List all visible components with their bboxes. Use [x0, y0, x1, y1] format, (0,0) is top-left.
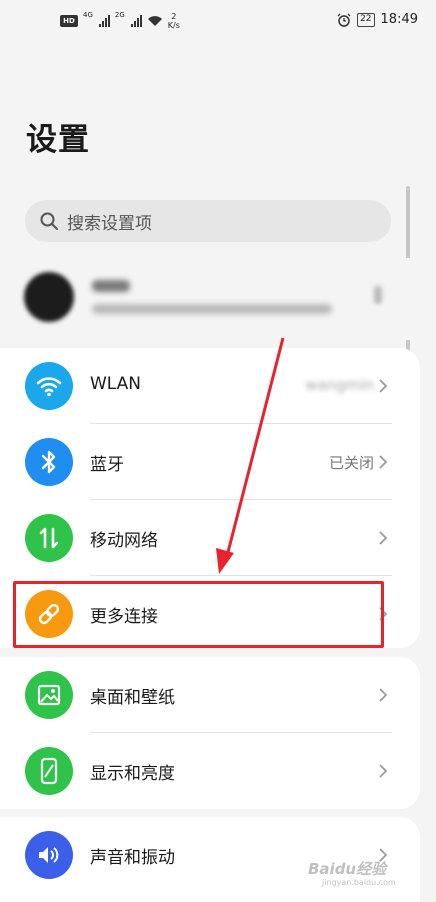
row-label: 显示和亮度	[90, 764, 175, 784]
watermark-logo: Baidu经验	[308, 860, 387, 878]
row-bluetooth[interactable]: 蓝牙 已关闭	[0, 424, 420, 500]
avatar	[24, 272, 74, 322]
link-icon	[25, 590, 73, 638]
status-left: HD 4G 2G 2 K/s	[60, 12, 180, 30]
row-more-connections[interactable]: 更多连接	[0, 576, 420, 652]
signal-icon	[98, 15, 110, 27]
row-display-brightness[interactable]: 显示和亮度	[0, 733, 420, 809]
chevron-right-icon	[379, 764, 388, 778]
net-speed-unit: K/s	[167, 21, 180, 30]
row-wallpaper[interactable]: 桌面和壁纸	[0, 657, 420, 733]
battery-level: 22	[357, 12, 375, 27]
mobile-data-icon	[25, 514, 73, 562]
wifi-status-icon	[147, 16, 162, 26]
account-row[interactable]	[0, 258, 420, 340]
chevron-right-icon	[374, 286, 382, 304]
status-bar: HD 4G 2G 2 K/s 22 18:49	[0, 0, 436, 44]
bluetooth-status: 已关闭	[328, 454, 374, 472]
row-label: 桌面和壁纸	[90, 688, 175, 708]
alarm-icon	[337, 13, 351, 27]
clock: 18:49	[380, 12, 418, 27]
network-type-1: 4G	[83, 11, 93, 19]
chevron-right-icon	[379, 607, 388, 621]
search-input[interactable]: 搜索设置项	[25, 200, 391, 242]
hd-icon: HD	[60, 15, 78, 27]
chevron-right-icon	[379, 531, 388, 545]
wlan-network-name: wangmin	[305, 376, 374, 394]
search-placeholder: 搜索设置项	[67, 213, 152, 234]
net-speed-value: 2	[171, 12, 177, 21]
row-wlan[interactable]: WLAN wangmin	[0, 348, 420, 424]
row-label: 移动网络	[90, 531, 158, 551]
status-right: 22 18:49	[337, 12, 418, 27]
signal-icon-2	[130, 15, 142, 27]
net-speed: 2 K/s	[168, 12, 180, 30]
row-mobile-network[interactable]: 移动网络	[0, 500, 420, 576]
network-group: WLAN wangmin 蓝牙 已关闭 移动网络 更多连接	[0, 348, 420, 648]
wifi-icon	[25, 362, 73, 410]
row-label: WLAN	[90, 374, 142, 394]
display-icon	[25, 747, 73, 795]
account-name-blurred	[92, 280, 130, 292]
row-label: 声音和振动	[90, 848, 175, 868]
search-icon	[40, 212, 58, 230]
bluetooth-icon	[25, 438, 73, 486]
account-subtitle-blurred	[92, 304, 332, 314]
display-group: 桌面和壁纸 显示和亮度	[0, 657, 420, 809]
network-type-2: 2G	[114, 11, 125, 19]
chevron-right-icon	[379, 379, 388, 393]
row-label: 蓝牙	[90, 455, 124, 475]
chevron-right-icon	[379, 455, 388, 469]
speaker-icon	[25, 831, 73, 879]
page-title: 设置	[26, 122, 90, 158]
row-label: 更多连接	[90, 607, 158, 627]
wallpaper-icon	[25, 671, 73, 719]
watermark-url: jingyan.baidu.com	[322, 878, 396, 887]
chevron-right-icon	[379, 688, 388, 702]
